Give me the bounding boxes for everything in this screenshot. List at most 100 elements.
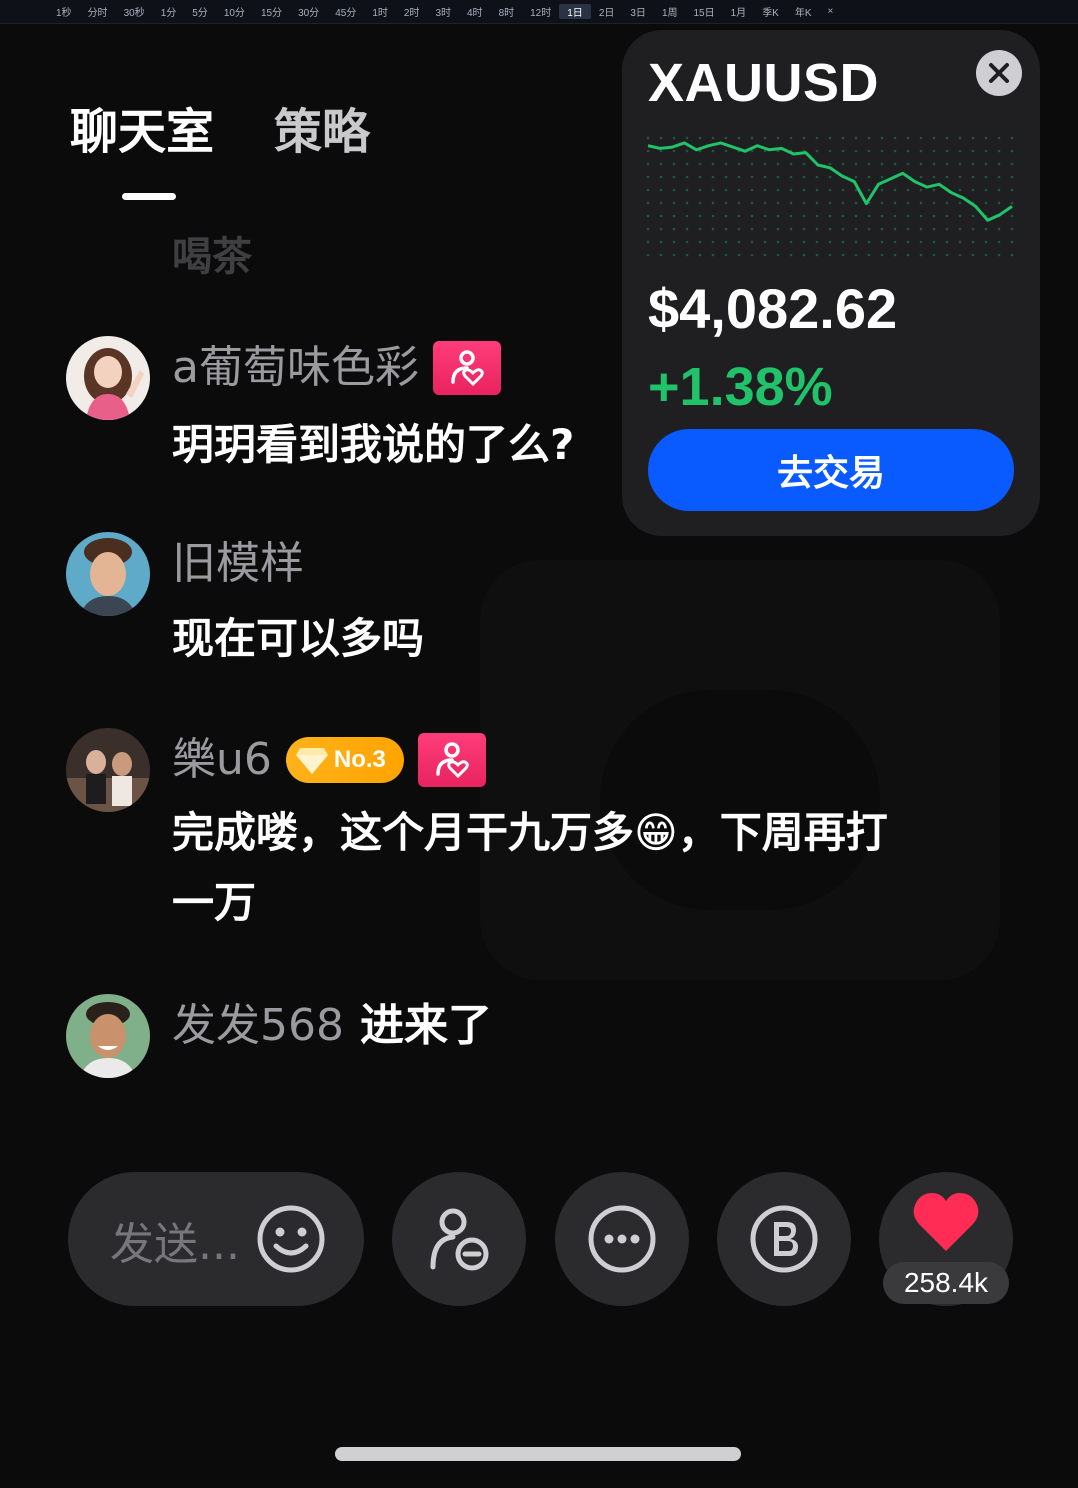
smile-icon[interactable] xyxy=(256,1204,326,1274)
grid-dot xyxy=(828,136,832,140)
timeframe-option[interactable]: 1时 xyxy=(364,4,396,19)
message-input[interactable]: 发送... xyxy=(68,1172,364,1306)
timeframe-option[interactable]: 15分 xyxy=(253,4,290,19)
grid-dot xyxy=(945,162,949,166)
timeframe-option[interactable]: 分时 xyxy=(80,4,116,19)
timeframe-option[interactable]: 年K xyxy=(787,4,820,19)
grid-dot xyxy=(750,201,754,205)
grid-dot xyxy=(724,240,728,244)
grid-dot xyxy=(776,227,780,231)
grid-dot xyxy=(828,149,832,153)
grid-dot xyxy=(880,136,884,140)
grid-dot xyxy=(854,240,858,244)
grid-dot xyxy=(672,253,676,257)
grid-dot xyxy=(659,201,663,205)
trade-button[interactable]: 去交易 xyxy=(648,429,1014,511)
grid-dot xyxy=(867,162,871,166)
grid-dot xyxy=(867,214,871,218)
timeframe-option[interactable]: 30分 xyxy=(290,4,327,19)
user-manage-button[interactable] xyxy=(392,1172,526,1306)
grid-dot xyxy=(672,175,676,179)
ticker-price: $4,082.62 xyxy=(648,277,898,340)
grid-dot xyxy=(776,188,780,192)
like-count: 258.4k xyxy=(883,1262,1009,1304)
grid-dot xyxy=(932,253,936,257)
grid-dot xyxy=(997,175,1001,179)
message-text: 现在可以多吗 xyxy=(172,614,425,663)
avatar[interactable] xyxy=(66,336,150,420)
grid-dot xyxy=(711,136,715,140)
grid-dot xyxy=(815,240,819,244)
grid-dot xyxy=(1010,136,1014,140)
grid-dot xyxy=(724,227,728,231)
grid-dot xyxy=(867,227,871,231)
grid-dot xyxy=(932,227,936,231)
timeframe-option[interactable]: 5分 xyxy=(184,4,216,19)
grid-dot xyxy=(776,162,780,166)
timeframe-option[interactable]: 30秒 xyxy=(116,4,153,19)
timeframe-option[interactable]: 2时 xyxy=(396,4,428,19)
timeframe-option[interactable]: 1月 xyxy=(723,4,755,19)
grid-dot xyxy=(724,188,728,192)
timeframe-option[interactable]: 1秒 xyxy=(48,4,80,19)
username[interactable]: 发发568 xyxy=(172,996,344,1056)
grid-dot xyxy=(711,227,715,231)
timeframe-option[interactable]: 8时 xyxy=(491,4,523,19)
fan-badge xyxy=(417,733,486,787)
grid-dot xyxy=(841,201,845,205)
grid-dot xyxy=(711,162,715,166)
timeframe-option[interactable]: 3日 xyxy=(622,4,654,19)
ticker-card[interactable]: XAUUSD $4,082.62 +1.38% 去交易 xyxy=(622,30,1040,536)
grid-dot xyxy=(711,149,715,153)
username[interactable]: a葡萄味色彩 xyxy=(172,338,419,398)
grid-dot xyxy=(815,253,819,257)
grid-dot xyxy=(646,201,650,205)
chat-join-notice: 发发568 进来了 xyxy=(66,994,636,1084)
timeframe-option[interactable]: 15日 xyxy=(686,4,723,19)
timeframe-option[interactable]: 12时 xyxy=(522,4,559,19)
timeframe-option[interactable]: 1周 xyxy=(654,4,686,19)
grid-dot xyxy=(672,136,676,140)
grid-dot xyxy=(854,214,858,218)
grid-dot xyxy=(646,240,650,244)
avatar[interactable] xyxy=(66,532,150,616)
avatar[interactable] xyxy=(66,728,150,812)
timeframe-option[interactable]: 季K xyxy=(754,4,787,19)
more-button[interactable] xyxy=(555,1172,689,1306)
grid-dot xyxy=(1010,227,1014,231)
tab-chat-room[interactable]: 聊天室 xyxy=(70,100,214,164)
grid-dot xyxy=(854,149,858,153)
grid-dot xyxy=(828,201,832,205)
grid-dot xyxy=(880,149,884,153)
b-button[interactable] xyxy=(717,1172,851,1306)
timeframe-option[interactable]: 1日 xyxy=(559,4,591,19)
fan-badge xyxy=(432,341,501,395)
grid-dot xyxy=(854,253,858,257)
grid-dot xyxy=(763,201,767,205)
grid-dot xyxy=(958,175,962,179)
timeframe-option[interactable]: × xyxy=(820,6,842,17)
close-button[interactable] xyxy=(976,50,1022,96)
grid-dot xyxy=(802,136,806,140)
grid-dot xyxy=(763,253,767,257)
grid-dot xyxy=(750,136,754,140)
grid-dot xyxy=(659,227,663,231)
timeframe-option[interactable]: 4时 xyxy=(459,4,491,19)
home-indicator[interactable] xyxy=(335,1447,741,1461)
avatar[interactable] xyxy=(66,994,150,1078)
timeframe-option[interactable]: 3时 xyxy=(427,4,459,19)
timeframe-option[interactable]: 2日 xyxy=(591,4,623,19)
grid-dot xyxy=(867,149,871,153)
tab-strategy[interactable]: 策略 xyxy=(274,100,370,164)
grid-dot xyxy=(685,214,689,218)
timeframe-option[interactable]: 45分 xyxy=(327,4,364,19)
grid-dot xyxy=(789,136,793,140)
bitcoin-icon xyxy=(750,1205,818,1273)
username[interactable]: 旧模样 xyxy=(172,534,304,594)
username[interactable]: 樂u6 xyxy=(172,730,272,790)
timeframe-option[interactable]: 10分 xyxy=(216,4,253,19)
grid-dot xyxy=(659,240,663,244)
grid-dot xyxy=(685,240,689,244)
timeframe-option[interactable]: 1分 xyxy=(153,4,185,19)
grid-dot xyxy=(698,227,702,231)
